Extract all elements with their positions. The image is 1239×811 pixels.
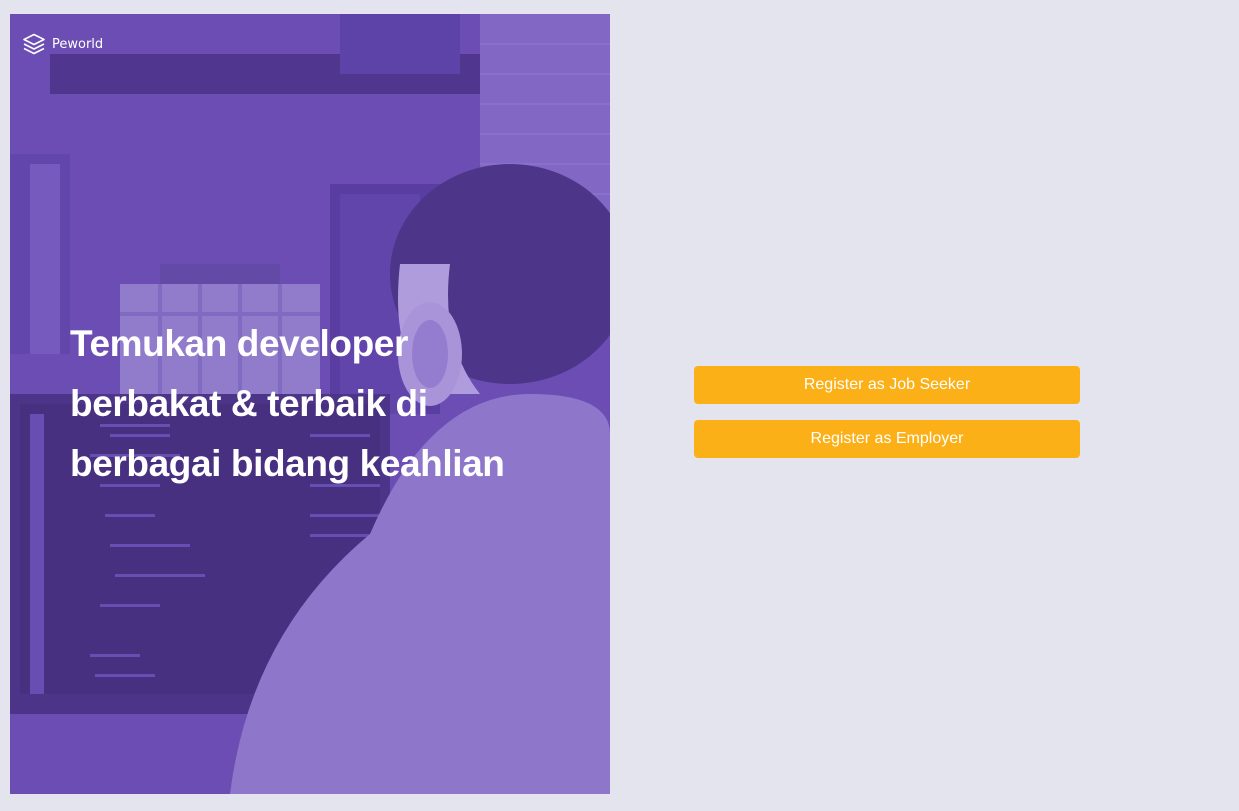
register-employer-button[interactable]: Register as Employer [694,420,1080,458]
register-actions: Register as Job Seeker Register as Emplo… [694,366,1080,458]
hero-panel: Peworld Temukan developer berbakat & ter… [10,14,610,794]
layers-icon [23,33,45,55]
brand-name: Peworld [52,36,104,52]
hero-title: Temukan developer berbakat & terbaik di … [70,323,505,484]
register-page: Peworld Temukan developer berbakat & ter… [0,0,1239,811]
register-job-seeker-button[interactable]: Register as Job Seeker [694,366,1080,404]
brand-logo[interactable]: Peworld [22,32,103,56]
